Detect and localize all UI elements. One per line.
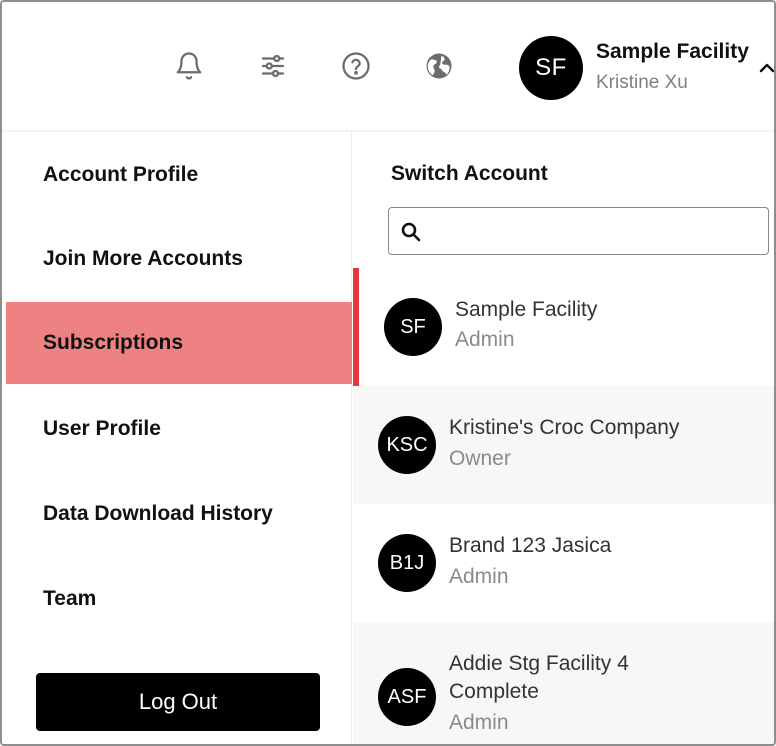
help-icon bbox=[341, 51, 371, 86]
account-name: Sample Facility bbox=[455, 298, 598, 321]
current-account-name[interactable]: Sample Facility bbox=[596, 40, 749, 64]
account-item-addie-stg-facility-4-complete[interactable]: ASF Addie Stg Facility 4 Complete Admin bbox=[353, 622, 774, 744]
account-name-line-1: Addie Stg Facility 4 bbox=[449, 652, 629, 675]
menu-item-join-more-accounts[interactable]: Join More Accounts bbox=[6, 218, 352, 300]
top-header: SF Sample Facility Kristine Xu bbox=[2, 2, 774, 130]
switch-account-title: Switch Account bbox=[391, 162, 548, 185]
help-button[interactable] bbox=[338, 50, 374, 86]
menu-item-account-profile[interactable]: Account Profile bbox=[6, 134, 352, 216]
search-icon bbox=[400, 221, 422, 243]
language-button[interactable] bbox=[421, 50, 457, 86]
account-avatar: ASF bbox=[378, 668, 436, 726]
account-search-input[interactable] bbox=[433, 214, 753, 248]
account-dropdown-window: SF Sample Facility Kristine Xu Account P… bbox=[0, 0, 776, 746]
switch-account-panel: Switch Account SF Sample Facility Admin … bbox=[353, 132, 774, 744]
menu-item-user-profile[interactable]: User Profile bbox=[6, 388, 352, 470]
settings-sliders-button[interactable] bbox=[255, 50, 291, 86]
sliders-icon bbox=[258, 51, 288, 86]
account-role: Admin bbox=[449, 711, 509, 734]
bell-icon bbox=[174, 51, 204, 86]
account-avatar: KSC bbox=[378, 416, 436, 474]
account-item-brand-123-jasica[interactable]: B1J Brand 123 Jasica Admin bbox=[353, 504, 774, 622]
account-role: Owner bbox=[449, 447, 511, 470]
account-avatar: SF bbox=[384, 298, 442, 356]
account-menu: Account Profile Join More Accounts Subsc… bbox=[2, 132, 352, 744]
account-avatar: B1J bbox=[378, 534, 436, 592]
chevron-up-icon[interactable] bbox=[757, 58, 774, 78]
account-item-kristines-croc-company[interactable]: KSC Kristine's Croc Company Owner bbox=[353, 386, 774, 504]
log-out-button[interactable]: Log Out bbox=[36, 673, 320, 731]
account-name: Brand 123 Jasica bbox=[449, 534, 612, 557]
menu-item-data-download-history[interactable]: Data Download History bbox=[6, 473, 352, 555]
globe-icon bbox=[424, 51, 454, 86]
menu-item-team[interactable]: Team bbox=[6, 558, 352, 640]
user-avatar[interactable]: SF bbox=[519, 36, 583, 100]
account-role: Admin bbox=[449, 565, 509, 588]
account-name: Kristine's Croc Company bbox=[449, 416, 680, 439]
account-search-box[interactable] bbox=[388, 207, 769, 255]
menu-item-subscriptions[interactable]: Subscriptions bbox=[6, 302, 352, 384]
account-role: Admin bbox=[455, 328, 515, 351]
account-name-line-2: Complete bbox=[449, 680, 539, 703]
account-item-sample-facility[interactable]: SF Sample Facility Admin bbox=[353, 268, 774, 386]
notifications-button[interactable] bbox=[171, 50, 207, 86]
current-user-name: Kristine Xu bbox=[596, 72, 688, 93]
